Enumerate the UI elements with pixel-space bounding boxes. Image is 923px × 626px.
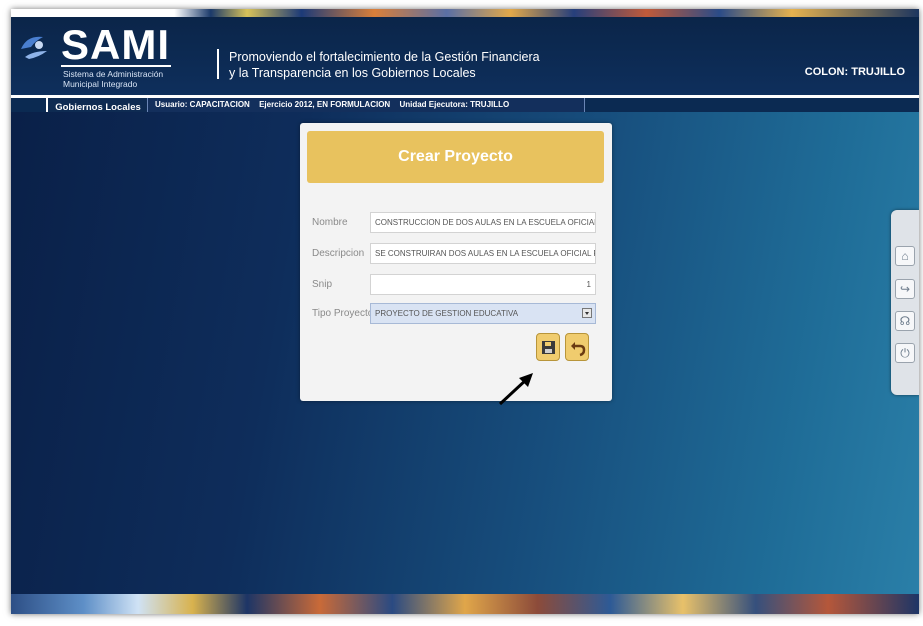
logo-subtitle-line1: Sistema de Administración [63,69,164,79]
unidad-info: Unidad Ejecutora: TRUJILLO [399,100,510,109]
save-button[interactable] [536,333,560,361]
header: SAMI Sistema de Administración Municipal… [11,17,919,95]
back-button[interactable] [565,333,589,361]
side-toolbar: ⌂ ↪ ☊ ⏻ [891,210,919,395]
tipo-proyecto-select[interactable]: PROYECTO DE GESTION EDUCATIVA [370,303,596,324]
nombre-input[interactable]: CONSTRUCCION DE DOS AULAS EN LA ESCUELA … [370,212,596,233]
sami-logo-icon [21,36,47,59]
annotation-arrow-icon [498,373,533,406]
logo-subtitle-line2: Municipal Integrado [63,79,138,89]
tipo-proyecto-value: PROYECTO DE GESTION EDUCATIVA [375,309,519,318]
home-icon[interactable]: ⌂ [895,246,915,266]
snip-input[interactable]: 1 [370,274,596,295]
tipo-proyecto-label: Tipo Proyecto [312,308,374,319]
dropdown-arrow-icon[interactable] [582,308,592,318]
logo-wordmark: SAMI [61,21,170,68]
session-info-bar: Usuario: CAPACITACION Ejercicio 2012, EN… [147,98,585,113]
undo-arrow-icon [571,342,586,357]
header-divider [217,49,219,79]
decorative-bottom-banner [11,594,919,614]
descripcion-label: Descripcion [312,248,365,259]
power-icon[interactable]: ⏻ [895,343,915,363]
floppy-disk-icon [542,341,555,354]
help-icon[interactable]: ☊ [895,311,915,331]
form-title: Crear Proyecto [307,131,604,183]
location-label: COLON: TRUJILLO [804,66,905,78]
ejercicio-info: Ejercicio 2012, EN FORMULACION [259,100,391,109]
header-tagline: Promoviendo el fortalecimiento de la Ges… [229,49,540,81]
tagline-line2: y la Transparencia en los Gobiernos Loca… [229,66,476,80]
decorative-top-banner [11,9,919,17]
logo-subtitle: Sistema de Administración Municipal Inte… [63,69,163,89]
descripcion-input[interactable]: SE CONSTRUIRAN DOS AULAS EN LA ESCUELA O… [370,243,596,264]
tagline-line1: Promoviendo el fortalecimiento de la Ges… [229,50,540,64]
export-icon[interactable]: ↪ [895,279,915,299]
logo-underline [61,65,171,67]
app-window: SAMI Sistema de Administración Municipal… [11,9,919,614]
usuario-info: Usuario: CAPACITACION [155,100,250,109]
crear-proyecto-form: Crear Proyecto Nombre CONSTRUCCION DE DO… [300,123,612,401]
snip-label: Snip [312,279,333,290]
nombre-label: Nombre [312,217,348,228]
